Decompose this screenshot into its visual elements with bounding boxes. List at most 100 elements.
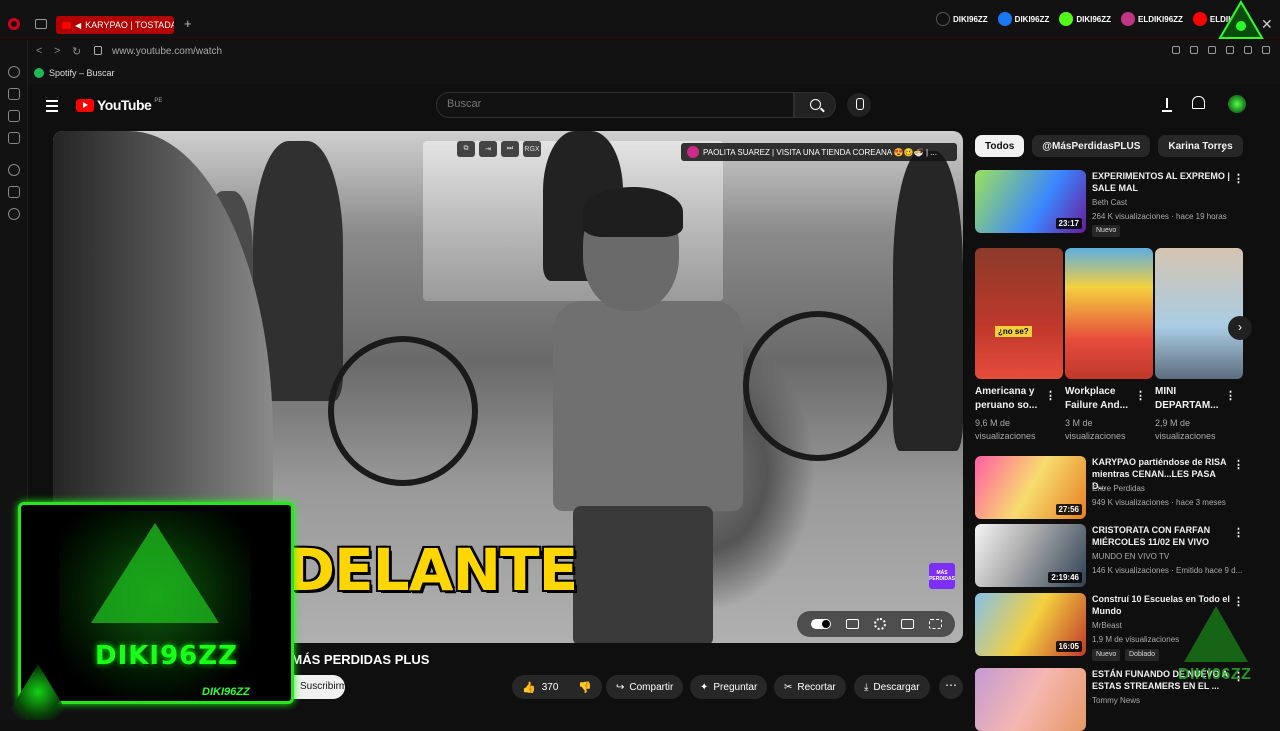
- autoplay-toggle[interactable]: [810, 619, 831, 629]
- next-icon[interactable]: ⏭: [501, 141, 519, 157]
- social-tiktok: DIKI96ZZ: [936, 12, 988, 26]
- extensions-icon[interactable]: [8, 186, 20, 198]
- short-thumbnail[interactable]: ¿no se?: [975, 248, 1063, 379]
- popout-icon[interactable]: ⇥: [479, 141, 497, 157]
- snapshot-icon[interactable]: [1190, 46, 1198, 54]
- shorts-next-button[interactable]: ›: [1228, 316, 1252, 340]
- menu-hamburger-icon[interactable]: [46, 100, 58, 115]
- video-top-controls: ⧉ ⇥ ⏭ RGX: [457, 141, 541, 157]
- search-input[interactable]: [447, 98, 767, 110]
- short-thumbnail[interactable]: [1155, 248, 1243, 379]
- short-options-icon[interactable]: ⋮: [1045, 389, 1056, 402]
- sparkle-icon: ✦: [700, 681, 709, 693]
- video-thumbnail[interactable]: 27:56: [975, 456, 1086, 519]
- notifications-bell-icon[interactable]: [1192, 96, 1205, 109]
- chip-todos[interactable]: Todos: [975, 135, 1025, 157]
- video-thumbnail[interactable]: 23:17: [975, 170, 1086, 233]
- video-options-icon[interactable]: ⋮: [1233, 458, 1244, 471]
- thumbs-up-icon: 👍: [522, 681, 536, 694]
- video-brand-badge: MÁS PERDIDAS: [929, 563, 955, 589]
- send-icon[interactable]: [1226, 46, 1234, 54]
- youtube-logo[interactable]: YouTube PE: [76, 97, 162, 113]
- related-video[interactable]: 23:17 EXPERIMENTOS AL EXPREMO | SALE MAL…: [975, 170, 1245, 240]
- subtitles-icon[interactable]: [845, 619, 859, 629]
- messenger-icon[interactable]: [8, 132, 20, 144]
- more-actions-button[interactable]: ⋯: [939, 675, 963, 699]
- related-video[interactable]: 27:56 KARYPAO partiéndose de RISA mientr…: [975, 456, 1245, 526]
- chips-next-icon[interactable]: ›: [1221, 140, 1226, 156]
- chip-karina-torres[interactable]: Karina Torres: [1158, 135, 1243, 157]
- short-thumbnail[interactable]: [1065, 248, 1153, 379]
- video-options-icon[interactable]: ⋮: [1233, 526, 1244, 539]
- download-button[interactable]: ⤓ Descargar: [854, 675, 930, 699]
- voice-search-icon[interactable]: [847, 93, 871, 117]
- facebook-icon: [997, 12, 1012, 26]
- bookmark-spotify[interactable]: Spotify – Buscar: [34, 68, 115, 78]
- short-options-icon[interactable]: ⋮: [1135, 389, 1146, 402]
- speaker-icon[interactable]: ◀: [75, 21, 81, 30]
- watermark-logo-icon: [1184, 606, 1248, 662]
- youtube-favicon-icon: [62, 21, 71, 29]
- instagram-icon: [1121, 12, 1136, 26]
- video-thumbnail[interactable]: [975, 668, 1086, 731]
- menu-icon[interactable]: [1262, 46, 1270, 54]
- video-overlay-label[interactable]: RGX: [523, 141, 541, 157]
- video-thumbnail[interactable]: 16:05: [975, 593, 1086, 656]
- video-scene-boy-body: [553, 301, 743, 511]
- tab-overview-icon[interactable]: [35, 19, 47, 29]
- shield-icon[interactable]: [1208, 46, 1216, 54]
- video-scene-person-right: [893, 151, 963, 451]
- lock-icon[interactable]: [94, 46, 102, 55]
- bookmark-bar: Spotify – Buscar: [28, 64, 1280, 84]
- video-scene-boy-hair: [583, 187, 683, 237]
- fullscreen-icon[interactable]: [928, 619, 942, 629]
- reload-icon[interactable]: ↻: [72, 45, 81, 58]
- heart-icon[interactable]: [1244, 46, 1252, 54]
- like-dislike-group: 👍 370 👎: [512, 675, 602, 699]
- like-button[interactable]: 👍 370: [512, 675, 568, 699]
- kick-icon: [1059, 12, 1074, 26]
- url-field[interactable]: www.youtube.com/watch: [112, 46, 222, 57]
- clip-button[interactable]: ✂ Recortar: [774, 675, 846, 699]
- new-tab-button[interactable]: +: [184, 16, 192, 31]
- chip-channel[interactable]: @MásPerdidasPLUS: [1032, 135, 1151, 157]
- share-button[interactable]: ↪ Compartir: [606, 675, 684, 699]
- streamer-socials-overlay: DIKI96ZZ DIKI96ZZ DIKI96ZZ ELDIKI96ZZ EL…: [936, 12, 1236, 26]
- related-video[interactable]: 2:19:46 CRISTORATA CON FARFAN MIÉRCOLES …: [975, 524, 1245, 590]
- streamer-corner-logo: [1216, 0, 1266, 40]
- player-icon[interactable]: [8, 164, 20, 176]
- search-button[interactable]: [794, 92, 836, 118]
- tab-title: KARYPAO | TOSTADAS: [85, 20, 174, 30]
- thumbs-down-icon: 👎: [578, 681, 593, 694]
- related-filter-chips: Todos @MásPerdidasPLUS Karina Torres: [975, 135, 1243, 157]
- tabs-icon[interactable]: [8, 110, 20, 122]
- dislike-button[interactable]: 👎: [568, 675, 602, 699]
- forward-icon[interactable]: >: [54, 45, 60, 57]
- home-icon[interactable]: [8, 88, 20, 100]
- window-close-icon[interactable]: ✕: [1261, 16, 1273, 33]
- browser-tab-active[interactable]: ◀ KARYPAO | TOSTADAS: [56, 16, 174, 34]
- settings-icon[interactable]: [8, 208, 20, 220]
- video-options-icon[interactable]: ⋮: [1233, 172, 1244, 185]
- create-upload-icon[interactable]: [1160, 96, 1174, 112]
- theater-mode-icon[interactable]: [900, 619, 914, 629]
- dubbed-badge: Doblado: [1125, 649, 1160, 661]
- browser-tab-bar: ◀ KARYPAO | TOSTADAS + DIKI96ZZ DIKI96ZZ…: [0, 0, 1280, 40]
- download-icon: ⤓: [864, 681, 869, 693]
- video-notification[interactable]: PAOLITA SUAREZ | VISITA UNA TIENDA COREA…: [681, 143, 957, 161]
- address-bar: < > ↻ www.youtube.com/watch: [28, 40, 1280, 64]
- short-options-icon[interactable]: ⋮: [1225, 389, 1236, 402]
- streamer-tag: DIKI96ZZ: [202, 686, 250, 698]
- back-icon[interactable]: <: [36, 45, 42, 57]
- video-thumbnail[interactable]: 2:19:46: [975, 524, 1086, 587]
- miniplayer-icon[interactable]: ⧉: [457, 141, 475, 157]
- account-avatar[interactable]: [1228, 95, 1246, 113]
- search-box: [436, 92, 794, 118]
- video-scene-bike-wheel-2: [743, 311, 893, 461]
- opera-logo-icon[interactable]: [8, 18, 20, 30]
- pin-icon[interactable]: [1172, 46, 1180, 54]
- aria-icon[interactable]: [8, 66, 20, 78]
- ask-button[interactable]: ✦ Preguntar: [690, 675, 768, 699]
- share-icon: ↪: [616, 681, 625, 693]
- settings-gear-icon[interactable]: [873, 618, 886, 630]
